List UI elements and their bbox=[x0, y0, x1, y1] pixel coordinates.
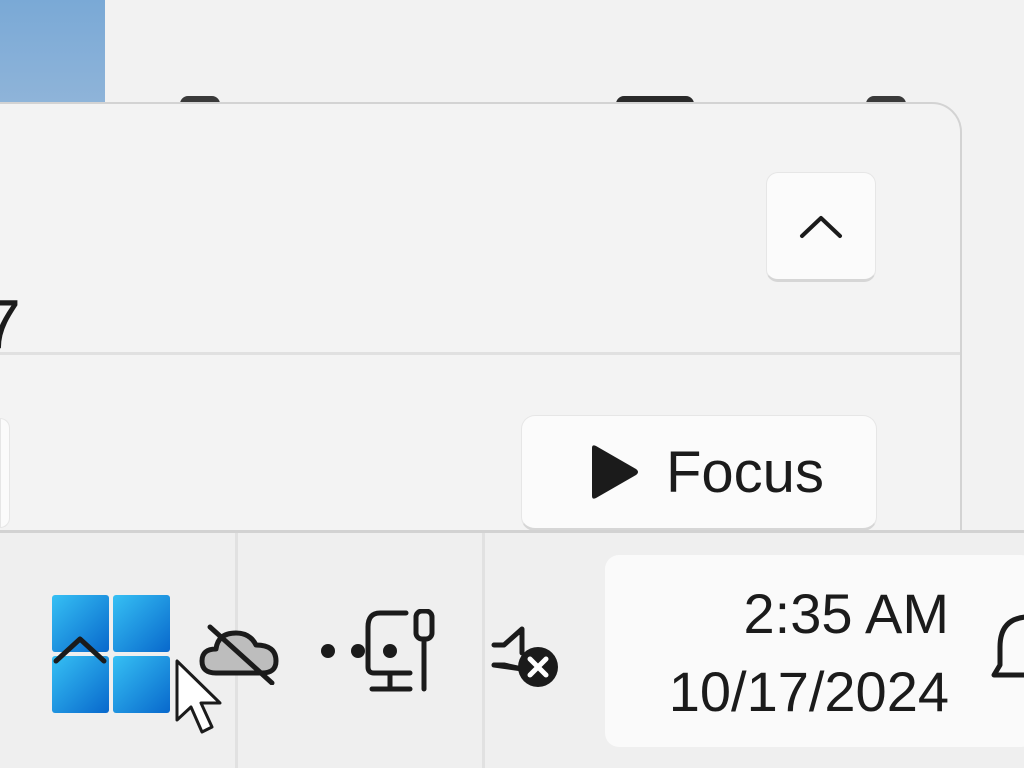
mouse-cursor-icon bbox=[175, 659, 222, 734]
play-icon bbox=[592, 445, 638, 499]
flyout-date-heading: 7 bbox=[0, 285, 21, 363]
windows-start-icon[interactable] bbox=[52, 595, 170, 713]
taskbar: 2:35 AM 10/17/2024 bbox=[0, 530, 1024, 768]
clock-time: 2:35 AM bbox=[743, 582, 949, 645]
taskbar-divider bbox=[482, 533, 485, 768]
volume-muted-icon[interactable] bbox=[488, 623, 564, 693]
focus-button[interactable]: Focus bbox=[521, 415, 877, 531]
clock-date: 10/17/2024 bbox=[668, 660, 949, 723]
focus-label: Focus bbox=[666, 439, 824, 505]
bell-icon[interactable] bbox=[990, 613, 1024, 693]
chevron-up-icon bbox=[800, 216, 842, 238]
collapse-calendar-button[interactable] bbox=[766, 172, 876, 282]
background-window-tile bbox=[0, 0, 105, 105]
focus-duration-button[interactable] bbox=[0, 418, 10, 528]
network-ethernet-icon[interactable] bbox=[318, 609, 442, 695]
desktop: 7 Focus 2:35 AM 10/17/2024 bbox=[0, 0, 1024, 768]
clock-button[interactable]: 2:35 AM 10/17/2024 bbox=[605, 555, 1024, 747]
flyout-header: 7 bbox=[0, 104, 960, 359]
